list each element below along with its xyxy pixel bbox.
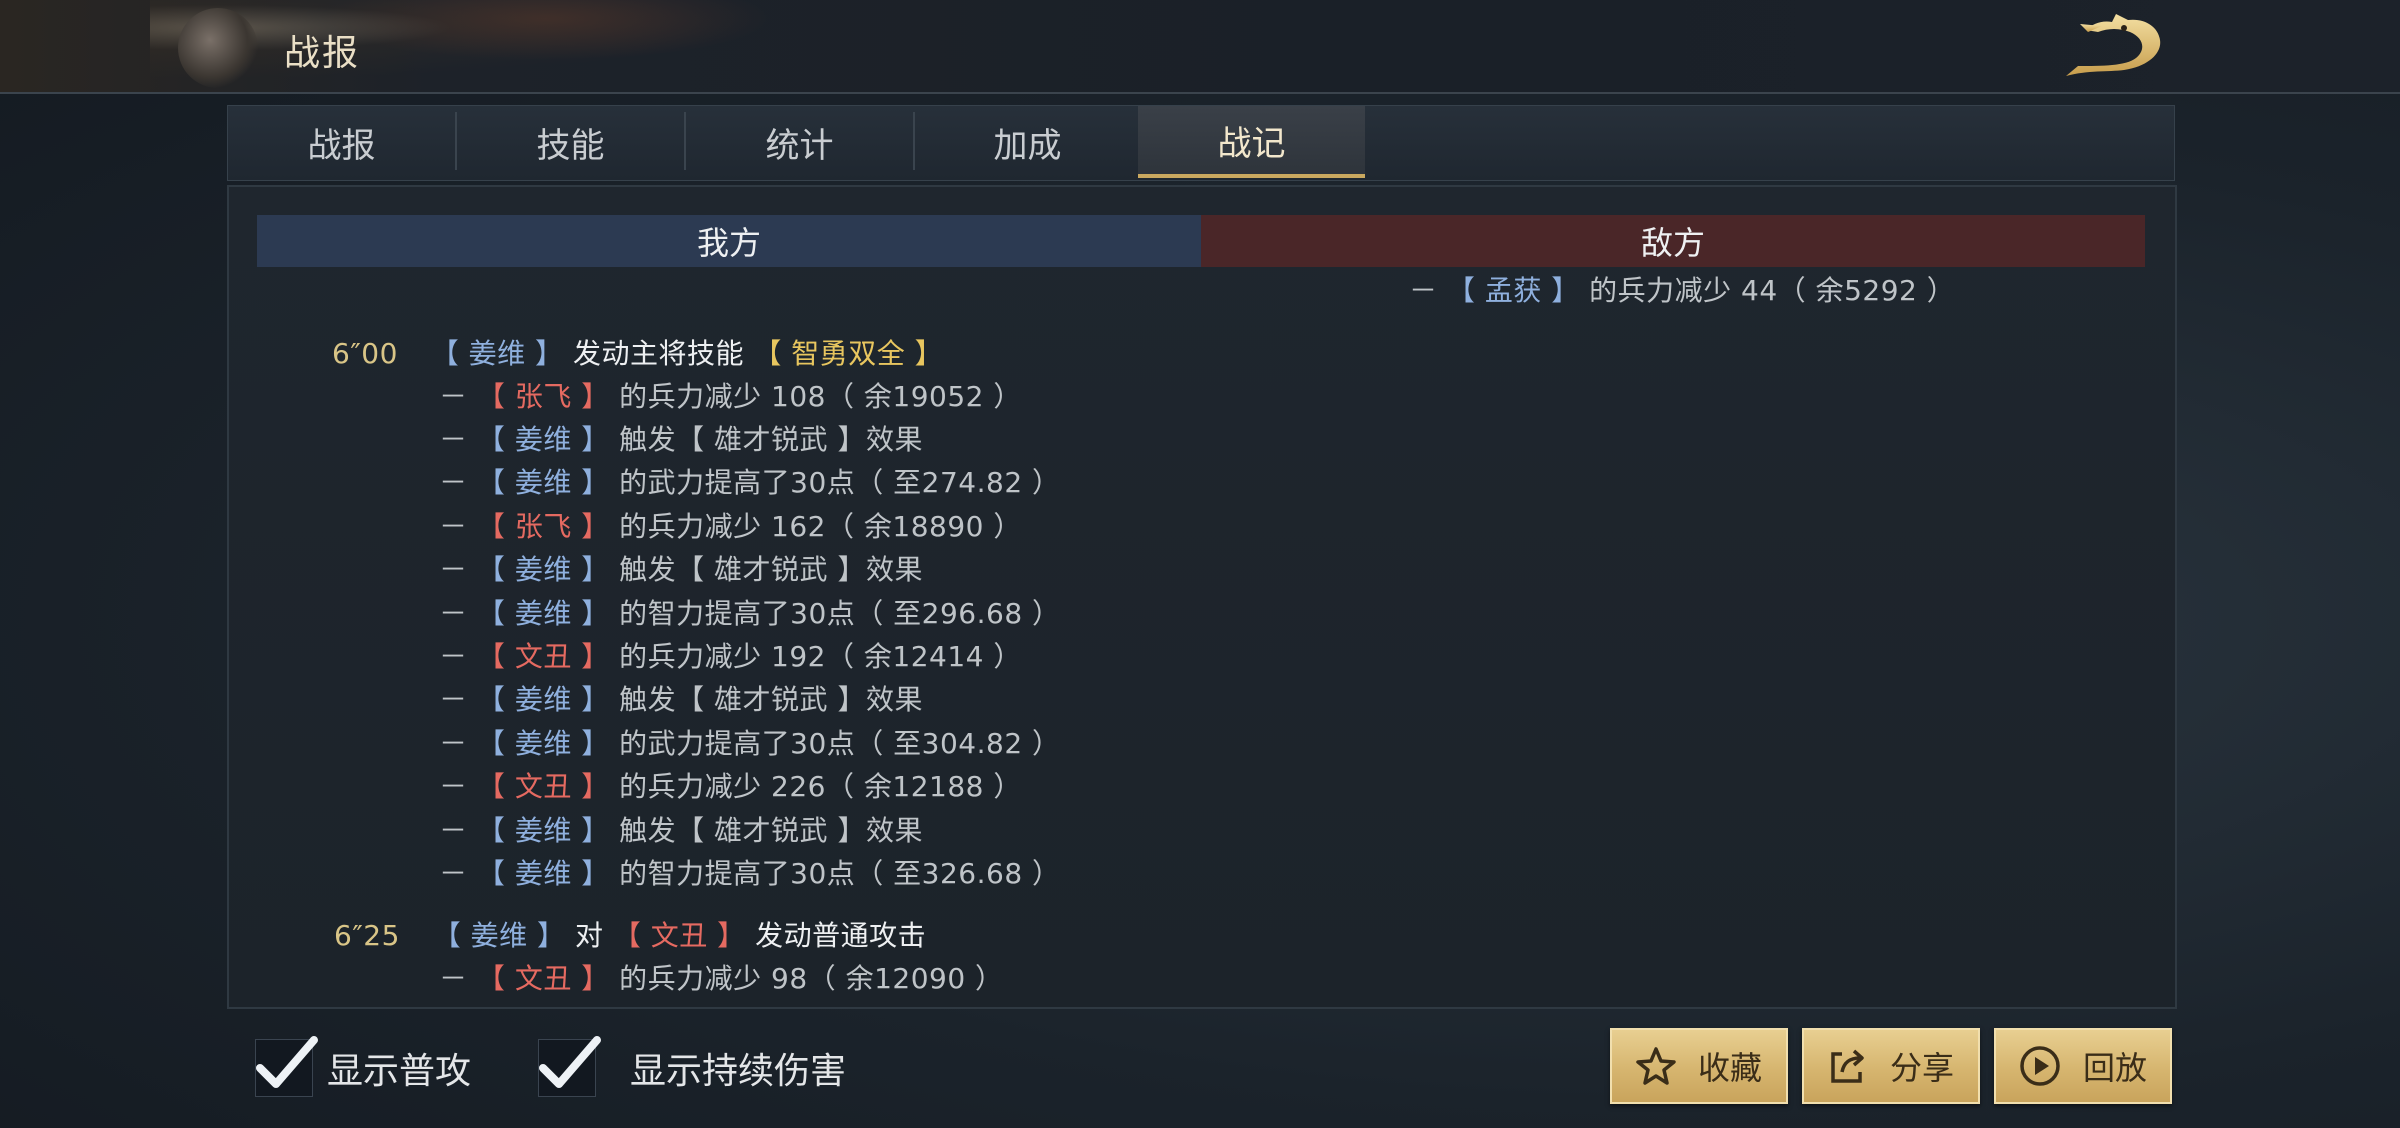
log-text: 触发【 雄才锐武 】效果 (619, 683, 923, 716)
share-label: 分享 (1889, 1049, 1954, 1087)
event-time: 6″00 (332, 337, 398, 370)
log-dash: － (439, 466, 468, 499)
log-text: 的兵力减少 162（ 余18890 ） (619, 510, 1022, 543)
log-text: 的智力提高了30点（ 至326.68 ） (619, 857, 1061, 890)
log-dash: － (439, 814, 468, 847)
log-dash: － (439, 962, 468, 995)
checkmark-icon (256, 1036, 318, 1088)
general-name: 【 文丑 】 (476, 770, 610, 803)
log-dash: － (439, 597, 468, 630)
checkbox-label: 显示持续伤害 (630, 1051, 847, 1092)
star-icon (1636, 1047, 1676, 1085)
event-header: 6″25 【 姜维 】 对 【 文丑 】 发动普通攻击 (334, 914, 926, 954)
log-dash: － (439, 553, 468, 586)
replay-button[interactable]: 回放 (1994, 1028, 2172, 1104)
log-dash: － (439, 423, 468, 456)
log-text: 的武力提高了30点（ 至304.82 ） (619, 727, 1061, 760)
share-icon (1831, 1049, 1864, 1083)
log-text: 触发【 雄才锐武 】效果 (619, 553, 923, 586)
general-name: 【 张飞 】 (476, 380, 610, 413)
log-line: － 【 姜维 】 的武力提高了30点（ 至304.82 ） (439, 722, 1061, 762)
tab-statistics[interactable]: 统计 (686, 106, 913, 178)
general-name: 【 文丑 】 (476, 962, 610, 995)
general-name: 【 孟获 】 (1446, 274, 1580, 307)
log-dash: － (1409, 274, 1438, 307)
checkbox-box[interactable] (255, 1036, 318, 1097)
log-text: 的兵力减少 44（ 余5292 ） (1589, 274, 1956, 307)
log-text: 的兵力减少 226（ 余12188 ） (619, 770, 1022, 803)
log-line: － 【 姜维 】 的智力提高了30点（ 至326.68 ） (439, 852, 1061, 892)
log-line: － 【 张飞 】 的兵力减少 108（ 余19052 ） (439, 375, 1022, 415)
log-dash: － (439, 510, 468, 543)
skill-name: 【 智勇双全 】 (753, 337, 944, 370)
log-dash: － (439, 683, 468, 716)
log-text: 的兵力减少 192（ 余12414 ） (619, 640, 1022, 673)
general-name: 【 姜维 】 (476, 423, 610, 456)
share-button[interactable]: 分享 (1802, 1028, 1980, 1104)
general-name: 【 姜维 】 (476, 553, 610, 586)
log-line: － 【 文丑 】 的兵力减少 226（ 余12188 ） (439, 765, 1022, 805)
log-text: 的武力提高了30点（ 至274.82 ） (619, 466, 1061, 499)
header-artwork (150, 0, 870, 92)
log-line: － 【 姜维 】 的智力提高了30点（ 至296.68 ） (439, 592, 1061, 632)
tab-skills[interactable]: 技能 (457, 106, 684, 178)
log-text: 触发【 雄才锐武 】效果 (619, 814, 923, 847)
tab-battle-report[interactable]: 战报 (228, 106, 455, 178)
general-name: 【 姜维 】 (476, 466, 610, 499)
log-dash: － (439, 857, 468, 890)
general-name: 【 文丑 】 (476, 640, 610, 673)
event-time: 6″25 (334, 919, 400, 952)
log-text: 触发【 雄才锐武 】效果 (619, 423, 923, 456)
general-name: 【 姜维 】 (476, 683, 610, 716)
log-text: 的兵力减少 98（ 余12090 ） (619, 962, 1004, 995)
event-action: 发动普通攻击 (755, 919, 927, 952)
checkmark-icon (539, 1036, 601, 1088)
back-button[interactable] (2058, 10, 2170, 82)
log-line: － 【 姜维 】 的武力提高了30点（ 至274.82 ） (439, 461, 1061, 501)
enemy-log-line: － 【 孟获 】 的兵力减少 44（ 余5292 ） (1409, 269, 1955, 309)
favorite-label: 收藏 (1697, 1049, 1762, 1087)
log-line: － 【 文丑 】 的兵力减少 98（ 余12090 ） (439, 957, 1004, 997)
log-line: － 【 文丑 】 的兵力减少 192（ 余12414 ） (439, 635, 1022, 675)
log-dash: － (439, 727, 468, 760)
tab-bonus[interactable]: 加成 (914, 106, 1141, 178)
log-dash: － (439, 380, 468, 413)
page-title: 战报 (284, 33, 361, 74)
show-dot-checkbox[interactable]: 显示持续伤害 (538, 1036, 847, 1097)
general-name: 【 姜维 】 (476, 597, 610, 630)
favorite-button[interactable]: 收藏 (1610, 1028, 1788, 1104)
title-bar: 战报 (0, 0, 2400, 94)
tab-battle-log[interactable]: 战记 (1138, 106, 1365, 178)
battle-log-panel[interactable]: 我方 敌方 － 【 孟获 】 的兵力减少 44（ 余5292 ） 6″00 【 … (227, 185, 2177, 1009)
log-text: 的兵力减少 108（ 余19052 ） (619, 380, 1022, 413)
log-text: 的智力提高了30点（ 至296.68 ） (619, 597, 1061, 630)
log-line: － 【 姜维 】 触发【 雄才锐武 】效果 (439, 548, 923, 588)
log-line: － 【 姜维 】 触发【 雄才锐武 】效果 (439, 418, 923, 458)
show-normal-attack-checkbox[interactable]: 显示普攻 (255, 1036, 472, 1097)
log-line: － 【 姜维 】 触发【 雄才锐武 】效果 (439, 809, 923, 849)
event-header: 6″00 【 姜维 】 发动主将技能 【 智勇双全 】 (332, 332, 943, 372)
enemy-column-header: 敌方 (1201, 215, 2145, 267)
dragon-back-icon (2066, 14, 2161, 76)
ours-column-header: 我方 (257, 215, 1201, 267)
target-name: 【 文丑 】 (612, 919, 746, 952)
checkbox-box[interactable] (538, 1036, 601, 1097)
general-name: 【 姜维 】 (476, 814, 610, 847)
general-name: 【 姜维 】 (476, 727, 610, 760)
play-icon (2020, 1046, 2060, 1086)
log-line: － 【 张飞 】 的兵力减少 162（ 余18890 ） (439, 505, 1022, 545)
log-dash: － (439, 770, 468, 803)
log-line: － 【 姜维 】 触发【 雄才锐武 】效果 (439, 678, 923, 718)
event-action: 对 (574, 919, 604, 952)
tab-bar: 战报 技能 统计 加成 战记 (227, 105, 2175, 181)
actor-name: 【 姜维 】 (430, 337, 564, 370)
event-action: 发动主将技能 (572, 337, 744, 370)
actor-name: 【 姜维 】 (432, 919, 566, 952)
log-dash: － (439, 640, 468, 673)
dragon-emblem-icon (178, 8, 258, 88)
general-name: 【 张飞 】 (476, 510, 610, 543)
replay-label: 回放 (2082, 1049, 2147, 1087)
checkbox-label: 显示普攻 (327, 1051, 472, 1092)
general-name: 【 姜维 】 (476, 857, 610, 890)
